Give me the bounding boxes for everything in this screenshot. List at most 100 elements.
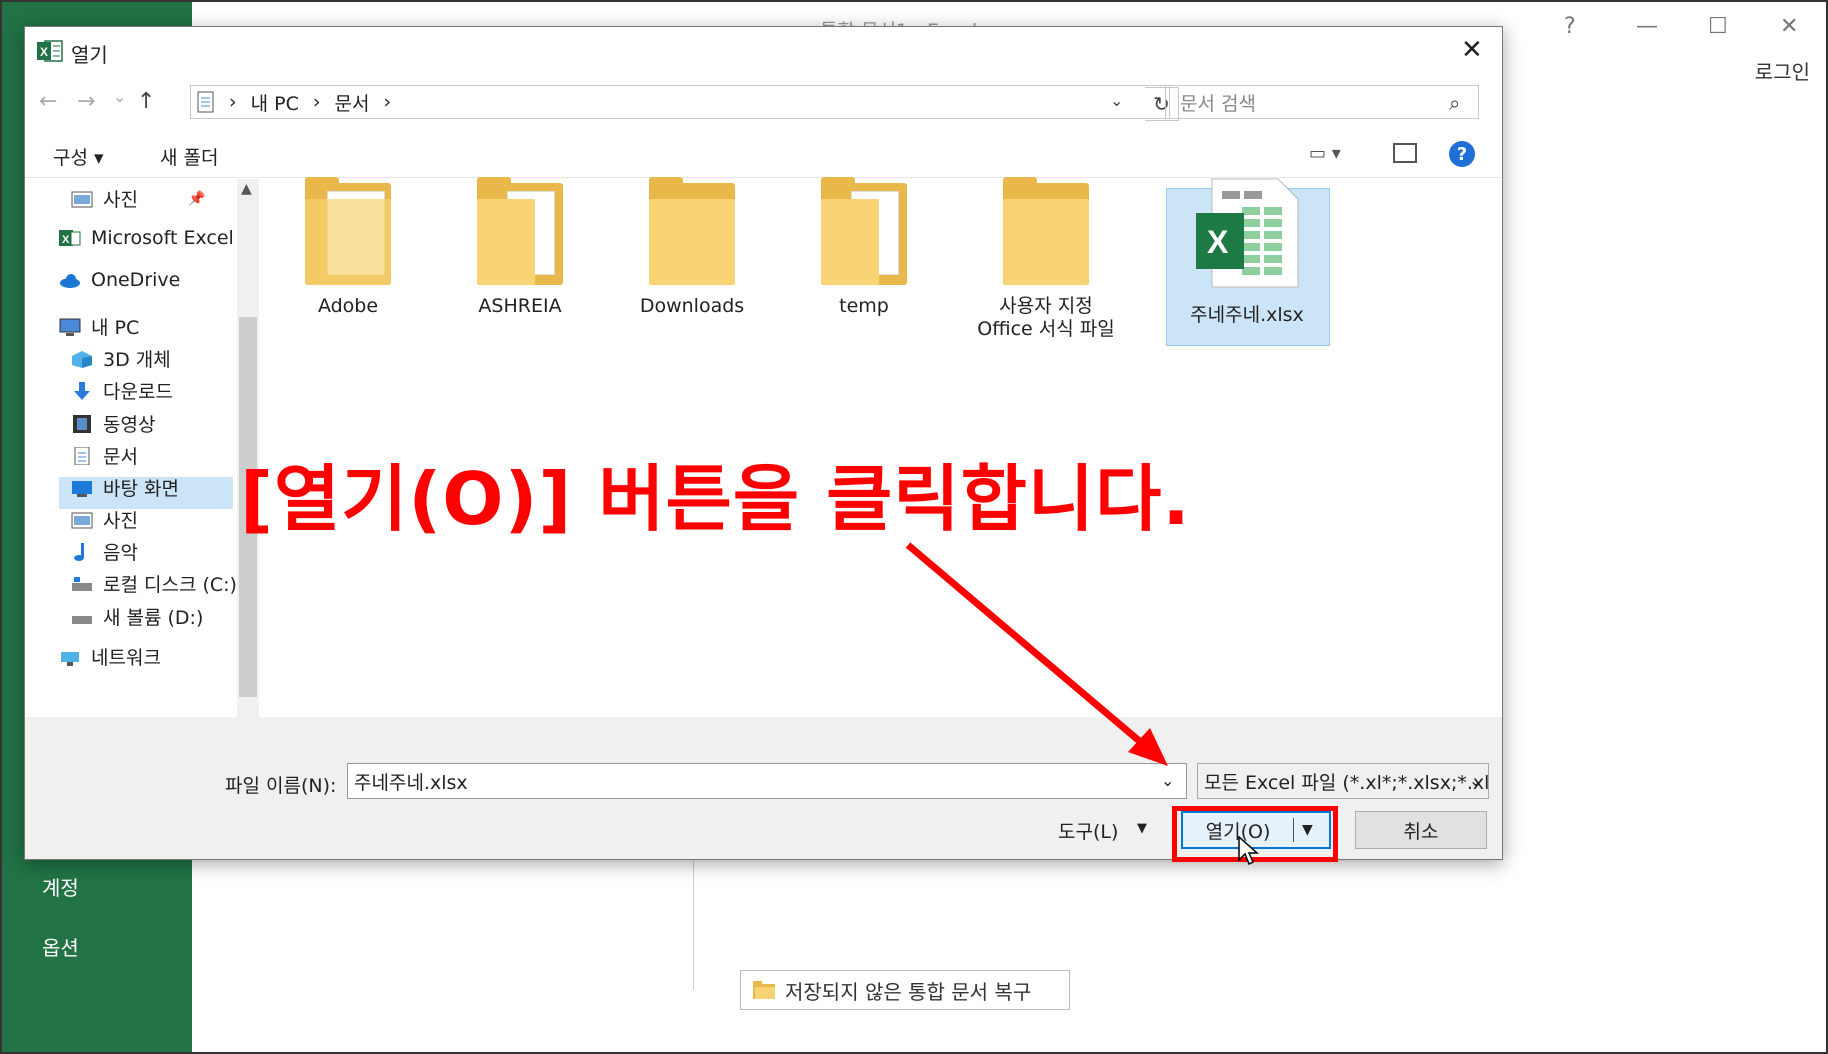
nav-item-label: Microsoft Excel [91, 227, 234, 249]
chevron-down-icon[interactable]: ⌄ [1469, 771, 1482, 790]
login-link[interactable]: 로그인 [1755, 56, 1810, 85]
preview-pane-icon[interactable] [1393, 143, 1417, 163]
mouse-cursor-icon [1238, 836, 1259, 866]
nav-item-label: 사진 [103, 510, 138, 532]
svg-text:X: X [40, 45, 48, 59]
nav-item-label: 다운로드 [103, 381, 173, 403]
cancel-button[interactable]: 취소 [1355, 811, 1487, 849]
back-button[interactable]: ← [39, 89, 57, 114]
breadcrumb-separator[interactable]: › [229, 91, 237, 113]
disk-icon [72, 576, 92, 591]
annotation-caption: [열기(O)] 버튼을 클릭합니다. [240, 457, 1191, 541]
filename-label: 파일 이름(N): [225, 775, 337, 797]
nav-item-onedrive[interactable]: OneDrive [59, 269, 180, 291]
excel-icon: X [59, 230, 81, 246]
nav-item-this-pc[interactable]: 내 PC [59, 313, 139, 340]
pin-icon[interactable]: 📌 [188, 191, 205, 207]
file-item-adobe[interactable]: Adobe [273, 177, 423, 318]
film-icon [73, 414, 91, 433]
close-window-button[interactable]: ✕ [1780, 14, 1798, 39]
nav-item-3d-objects[interactable]: 3D 개체 [71, 345, 171, 372]
download-icon [74, 381, 90, 400]
nav-item-local-disk-c[interactable]: 로컬 디스크 (C:) [71, 570, 237, 597]
nav-item-pictures-quick[interactable]: 사진 📌 [71, 185, 205, 212]
nav-item-excel[interactable]: X Microsoft Excel [59, 227, 234, 249]
file-name: ASHREIA [478, 295, 562, 317]
nav-item-music[interactable]: 음악 [71, 538, 138, 565]
nav-item-label: 바탕 화면 [103, 478, 179, 500]
breadcrumb-this-pc[interactable]: 내 PC [251, 89, 299, 116]
nav-item-downloads[interactable]: 다운로드 [71, 377, 173, 404]
view-options-icon[interactable]: ▭ ▾ [1309, 143, 1341, 164]
nav-item-label: 네트워크 [91, 647, 161, 669]
drive-icon [72, 615, 92, 624]
file-item-junejune-xlsx[interactable]: X 주네주네.xlsx [1172, 177, 1322, 327]
excel-file-icon: X [1196, 178, 1299, 288]
up-button[interactable]: ↑ [137, 89, 155, 114]
organize-button[interactable]: 구성 ▾ [53, 143, 104, 170]
help-button[interactable]: ? [1564, 14, 1576, 39]
file-name: Adobe [317, 295, 379, 317]
address-bar[interactable]: › 내 PC › 문서 › [190, 85, 1170, 119]
file-name: Downloads [639, 295, 745, 317]
recover-unsaved-button[interactable]: 저장되지 않은 통합 문서 복구 [740, 970, 1070, 1010]
search-icon[interactable]: ⌕ [1449, 91, 1460, 115]
nav-item-videos[interactable]: 동영상 [71, 410, 155, 437]
nav-item-label: 문서 [103, 446, 138, 468]
nav-item-label: 사진 [103, 189, 138, 211]
filetype-select[interactable]: 모든 Excel 파일 (*.xl*;*.xlsx;*.xl [1197, 763, 1489, 799]
file-item-custom-templates[interactable]: 사용자 지정 Office 서식 파일 [961, 177, 1131, 341]
file-name: 주네주네.xlsx [1190, 304, 1304, 326]
maximize-button[interactable]: ☐ [1708, 14, 1728, 39]
picture-icon [71, 191, 93, 207]
search-input[interactable]: 문서 검색 [1165, 85, 1479, 119]
folder-icon [821, 177, 907, 285]
file-item-ashreia[interactable]: ASHREIA [445, 177, 595, 318]
tools-button[interactable]: 도구(L) [1058, 817, 1118, 844]
nav-item-label: 새 볼륨 (D:) [103, 607, 204, 629]
sidebar-item-options[interactable]: 옵션 [42, 932, 79, 961]
nav-item-label: 동영상 [103, 414, 156, 436]
document-icon [74, 446, 90, 465]
chevron-down-icon[interactable]: ⌄ [1110, 91, 1123, 110]
svg-text:X: X [1207, 224, 1229, 260]
nav-item-label: 음악 [103, 542, 138, 564]
forward-button[interactable]: → [77, 89, 95, 114]
chevron-down-icon[interactable]: ⌄ [1161, 771, 1174, 790]
minimize-button[interactable]: — [1636, 14, 1658, 39]
folder-icon [1003, 177, 1089, 285]
sidebar-item-account[interactable]: 계정 [42, 872, 79, 901]
nav-item-volume-d[interactable]: 새 볼륨 (D:) [71, 603, 203, 630]
new-folder-button[interactable]: 새 폴더 [160, 143, 218, 170]
breadcrumb-documents[interactable]: 문서 [334, 89, 369, 116]
recent-dropdown[interactable]: ⌄ [113, 87, 126, 106]
nav-item-label: 로컬 디스크 (C:) [103, 574, 237, 596]
tools-dropdown-icon[interactable]: ▼ [1137, 821, 1147, 836]
recover-label: 저장되지 않은 통합 문서 복구 [785, 979, 1032, 1004]
folder-icon [305, 177, 391, 285]
breadcrumb-separator[interactable]: › [313, 91, 321, 113]
computer-icon [59, 318, 81, 336]
music-icon [74, 542, 84, 561]
file-name: 사용자 지정 Office 서식 파일 [961, 295, 1131, 341]
file-name-line1: 사용자 지정 [999, 295, 1093, 317]
close-dialog-button[interactable]: ✕ [1461, 35, 1483, 65]
nav-item-pictures[interactable]: 사진 [71, 506, 138, 533]
help-icon[interactable]: ? [1449, 141, 1475, 167]
nav-item-desktop[interactable]: 바탕 화면 [71, 474, 179, 501]
excel-icon: X [37, 40, 63, 62]
nav-item-label: 내 PC [91, 317, 140, 339]
nav-item-documents[interactable]: 문서 [71, 442, 138, 469]
filename-input[interactable]: 주네주네.xlsx [347, 763, 1187, 799]
file-name-line2: Office 서식 파일 [977, 318, 1115, 340]
file-item-temp[interactable]: temp [789, 177, 939, 318]
network-icon [61, 651, 79, 666]
nav-item-network[interactable]: 네트워크 [59, 643, 161, 670]
nav-item-label: OneDrive [91, 269, 181, 291]
breadcrumb-separator[interactable]: › [383, 91, 391, 113]
document-icon [197, 91, 214, 113]
svg-text:X: X [62, 234, 70, 246]
scroll-up-icon[interactable]: ▲ [241, 181, 252, 197]
folder-icon [477, 177, 563, 285]
file-item-downloads[interactable]: Downloads [617, 177, 767, 318]
